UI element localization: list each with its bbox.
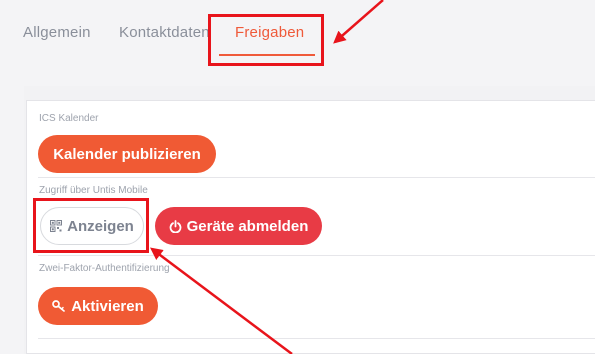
untis-mobile-section-label: Zugriff über Untis Mobile <box>39 185 148 196</box>
tab-allgemein[interactable]: Allgemein <box>23 24 91 41</box>
annotation-box-freigaben <box>208 14 324 66</box>
activate-2fa-button[interactable]: Aktivieren <box>38 287 158 325</box>
logout-devices-button[interactable]: Geräte abmelden <box>155 207 322 245</box>
section-divider <box>38 177 595 178</box>
publish-calendar-label: Kalender publizieren <box>53 145 201 163</box>
annotation-box-anzeigen <box>33 198 149 253</box>
publish-calendar-button[interactable]: Kalender publizieren <box>38 135 216 173</box>
tab-kontaktdaten[interactable]: Kontaktdaten <box>119 24 210 41</box>
logout-devices-label: Geräte abmelden <box>186 217 309 235</box>
power-icon <box>169 219 182 233</box>
key-icon <box>52 300 66 312</box>
activate-2fa-label: Aktivieren <box>71 297 144 315</box>
section-divider <box>38 338 595 339</box>
section-divider <box>38 255 595 256</box>
two-factor-section-label: Zwei-Faktor-Authentifizierung <box>39 263 170 274</box>
ics-section-label: ICS Kalender <box>39 113 99 124</box>
